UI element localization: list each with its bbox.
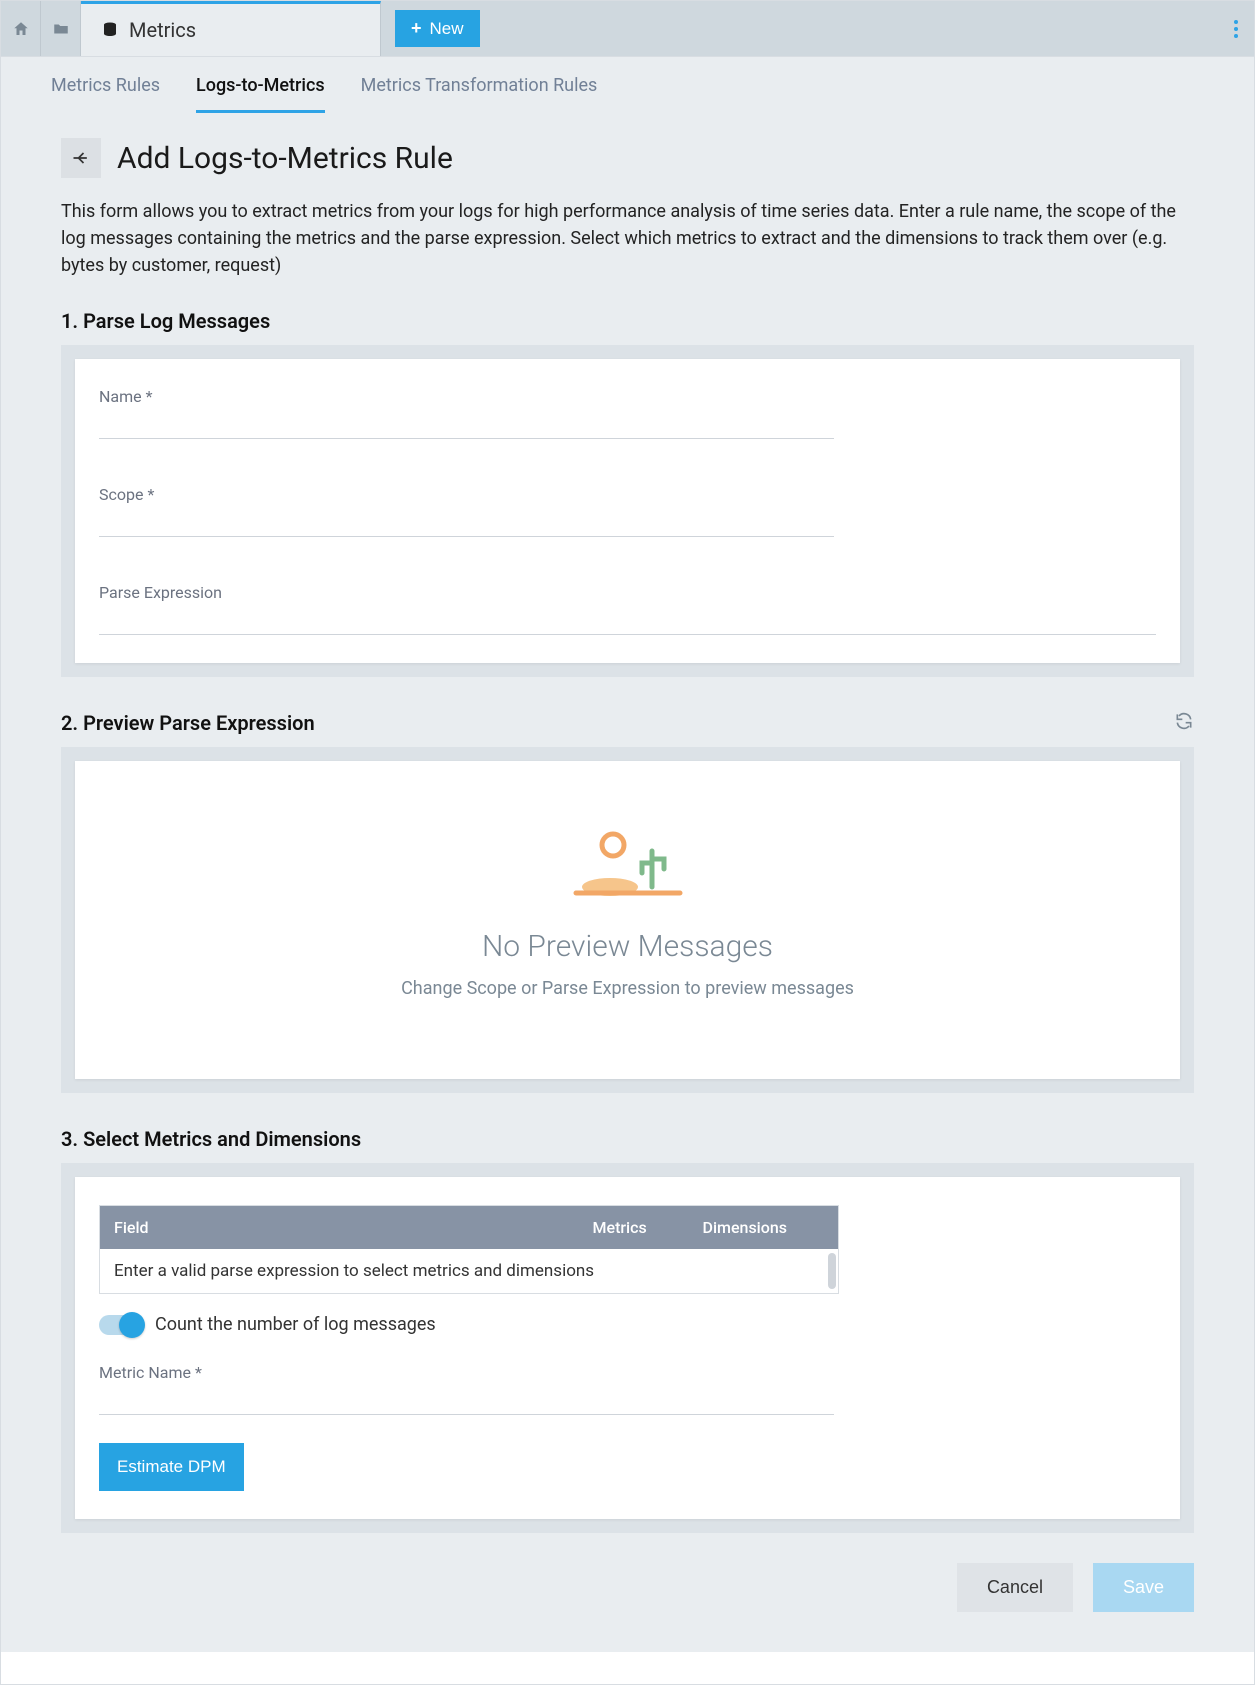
cancel-button[interactable]: Cancel [957,1563,1073,1612]
plus-icon: + [411,18,422,39]
empty-state-illustration [558,821,698,901]
tab-label: Metrics [129,18,196,42]
table-header-dimensions: Dimensions [689,1206,839,1250]
section2-title: 2. Preview Parse Expression [61,711,315,735]
table-header-field: Field [100,1206,579,1250]
name-input[interactable] [99,412,834,439]
top-tab-bar: Metrics + New [1,1,1254,57]
parse-expression-label: Parse Expression [99,583,1156,602]
back-button[interactable] [61,138,101,178]
name-label: Name * [99,387,1156,406]
sub-tabs: Metrics Rules Logs-to-Metrics Metrics Tr… [1,57,1254,114]
tab-metrics[interactable]: Metrics [81,1,381,56]
metrics-dimensions-table: Field Metrics Dimensions Enter a valid p… [99,1205,839,1294]
section2-panel-wrap: No Preview Messages Change Scope or Pars… [61,747,1194,1093]
parse-expression-input[interactable] [99,608,1156,635]
footer-actions: Cancel Save [61,1553,1194,1612]
estimate-dpm-button[interactable]: Estimate DPM [99,1443,244,1491]
table-header-metrics: Metrics [579,1206,689,1250]
count-messages-label: Count the number of log messages [155,1314,436,1335]
page-title: Add Logs-to-Metrics Rule [117,141,453,176]
section1-panel-wrap: Name * Scope * Parse Expression [61,345,1194,677]
preview-empty-title: No Preview Messages [99,929,1156,964]
subtab-transformation-rules[interactable]: Metrics Transformation Rules [361,75,598,113]
refresh-icon[interactable] [1174,711,1194,735]
table-empty-message: Enter a valid parse expression to select… [114,1261,594,1281]
subtab-logs-to-metrics[interactable]: Logs-to-Metrics [196,75,325,113]
metric-name-input[interactable] [99,1388,834,1415]
home-icon[interactable] [1,1,41,56]
count-messages-toggle[interactable] [99,1315,143,1335]
scope-input[interactable] [99,510,834,537]
scope-label: Scope * [99,485,1156,504]
section1-title: 1. Parse Log Messages [61,309,1194,333]
section3-title: 3. Select Metrics and Dimensions [61,1127,1194,1151]
more-menu-icon[interactable] [1218,1,1254,56]
metric-name-label: Metric Name * [99,1363,834,1382]
section3-panel-wrap: Field Metrics Dimensions Enter a valid p… [61,1163,1194,1533]
arrow-left-icon [71,148,91,168]
save-button[interactable]: Save [1093,1563,1194,1612]
cancel-label: Cancel [987,1577,1043,1597]
estimate-dpm-label: Estimate DPM [117,1457,226,1476]
table-scrollbar[interactable] [828,1253,836,1289]
new-button-label: New [430,19,464,39]
new-button[interactable]: + New [395,10,480,47]
table-row: Enter a valid parse expression to select… [100,1249,839,1294]
folder-icon[interactable] [41,1,81,56]
page-description: This form allows you to extract metrics … [61,198,1194,279]
subtab-metrics-rules[interactable]: Metrics Rules [51,75,160,113]
database-icon [101,21,119,39]
preview-empty-subtitle: Change Scope or Parse Expression to prev… [99,978,1156,999]
save-label: Save [1123,1577,1164,1597]
